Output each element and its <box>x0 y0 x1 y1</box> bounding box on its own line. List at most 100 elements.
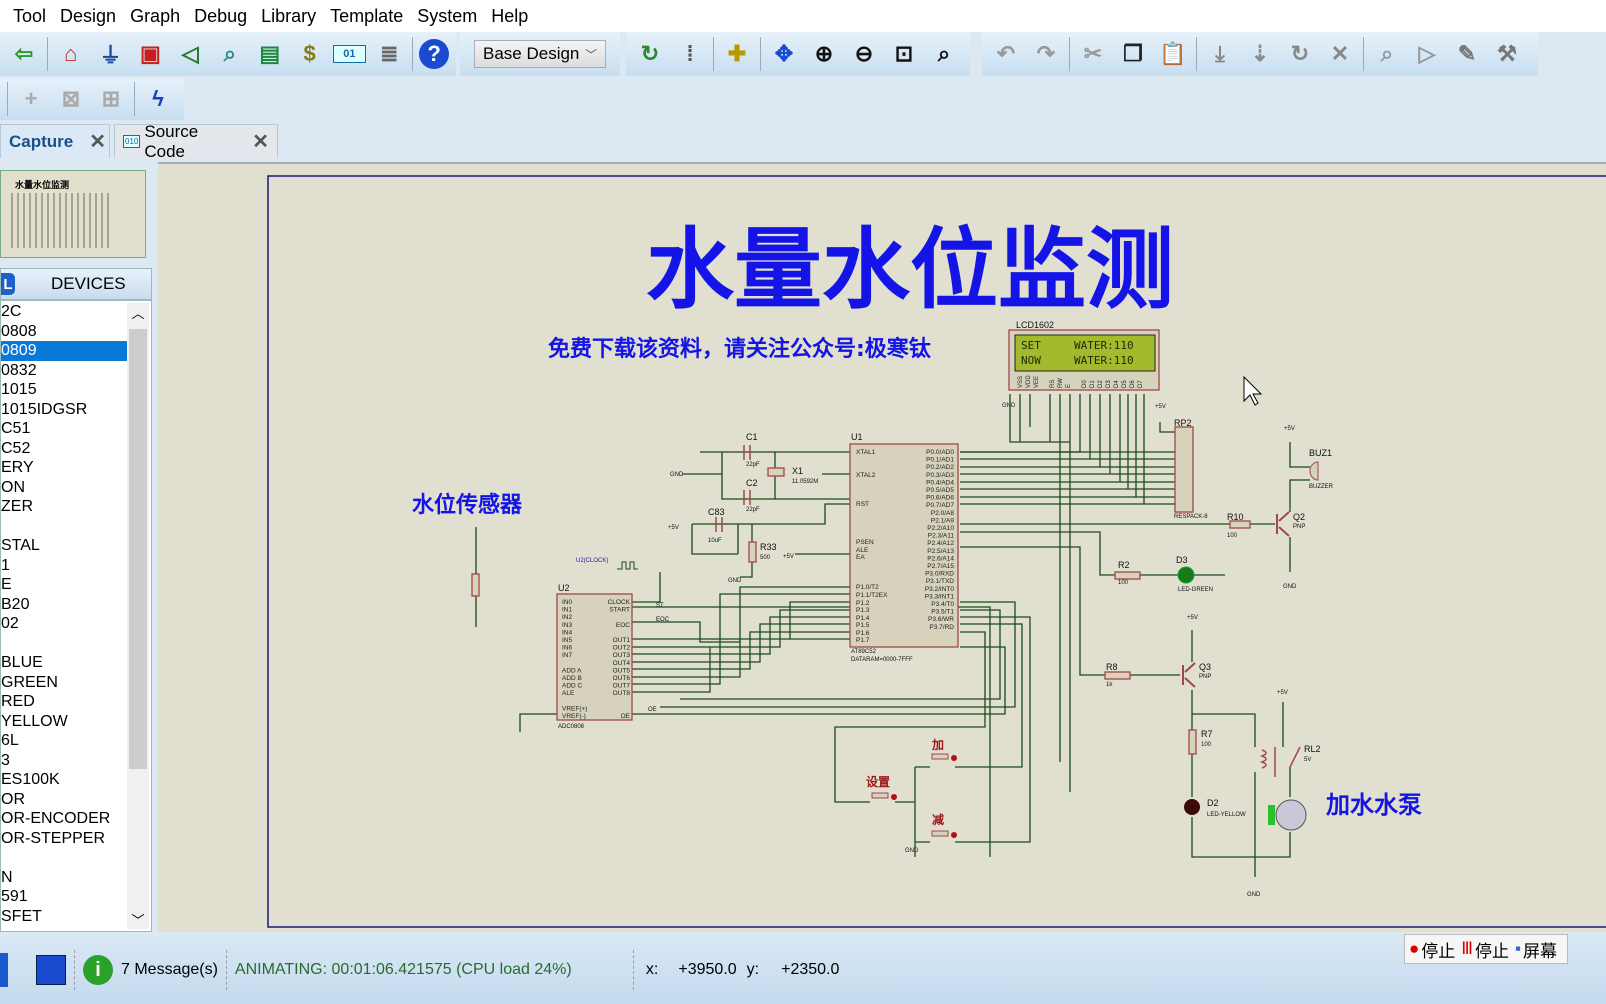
pin-label: RS <box>1050 380 1056 388</box>
tab-source-code[interactable]: 010 Source Code ✕ <box>114 122 278 161</box>
device-list-item[interactable]: 1015 <box>1 380 127 400</box>
design-select[interactable]: Base Design ﹀ <box>474 40 606 68</box>
menu-tool[interactable]: Tool <box>13 6 46 27</box>
close-icon[interactable]: ✕ <box>89 129 106 154</box>
screen-button[interactable]: 屏幕 <box>1523 937 1557 962</box>
device-list-item[interactable]: STAL <box>1 536 127 556</box>
refresh-icon[interactable]: ↻ <box>633 37 667 71</box>
cut-icon[interactable]: ✂ <box>1076 37 1110 71</box>
rp2-respack <box>1174 426 1194 513</box>
device-list-item[interactable]: C52 <box>1 439 127 459</box>
close-icon[interactable]: ✕ <box>252 129 269 154</box>
device-list-item[interactable]: 6L <box>1 731 127 751</box>
device-list-item[interactable]: 591 <box>1 887 127 907</box>
device-list-item[interactable] <box>1 634 127 654</box>
menu-system[interactable]: System <box>417 6 477 27</box>
exit-icon[interactable]: ⇦ <box>7 37 41 71</box>
tab-capture[interactable]: Capture ✕ <box>0 124 110 158</box>
schematic-drawing[interactable]: 水量水位监测 免费下载该资料，请关注公众号:极寒钛 水位传感器 加水水泵 XTA… <box>158 164 1606 934</box>
decompose-icon[interactable]: ✎ <box>1450 37 1484 71</box>
scroll-up-icon[interactable]: ︿ <box>127 303 149 322</box>
messages-count[interactable]: 7 Message(s) <box>121 961 218 979</box>
schematic-icon[interactable]: ◁ <box>173 37 207 71</box>
overview-window[interactable]: 水量水位监测 <box>0 170 146 258</box>
device-list-item[interactable]: C51 <box>1 419 127 439</box>
menu-graph[interactable]: Graph <box>130 6 180 27</box>
device-list-item[interactable]: ERY <box>1 458 127 478</box>
delete-sheet-icon[interactable]: ⊠ <box>54 82 88 116</box>
stop-button-2[interactable]: 停止 <box>1475 937 1509 962</box>
netlist-icon[interactable]: ϟ <box>141 82 175 116</box>
device-list-item[interactable]: YELLOW <box>1 712 127 732</box>
pan-icon[interactable]: ✥ <box>767 37 801 71</box>
hierarchy-icon[interactable]: ⊞ <box>94 82 128 116</box>
pick-device-icon[interactable]: ⌕ <box>1370 37 1404 71</box>
chip-icon[interactable]: ▣ <box>133 37 167 71</box>
source-code-icon[interactable]: 01 <box>332 45 367 63</box>
device-list-item[interactable] <box>1 848 127 868</box>
scrollbar-thumb[interactable] <box>129 329 147 769</box>
device-list-item[interactable] <box>1 517 127 537</box>
menu-template[interactable]: Template <box>330 6 403 27</box>
menu-library[interactable]: Library <box>261 6 316 27</box>
schematic-canvas[interactable]: 水量水位监测 免费下载该资料，请关注公众号:极寒钛 水位传感器 加水水泵 XTA… <box>158 162 1606 932</box>
device-list-item[interactable]: E <box>1 575 127 595</box>
undo-icon[interactable]: ↶ <box>989 37 1023 71</box>
document-icon[interactable]: ≣ <box>372 37 406 71</box>
play-button-icon[interactable] <box>0 953 8 987</box>
device-list-item[interactable]: 0832 <box>1 361 127 381</box>
tools-icon[interactable]: ⚒ <box>1490 37 1524 71</box>
zoom-in-icon[interactable]: ⊕ <box>807 37 841 71</box>
block-delete-icon[interactable]: ✕ <box>1323 37 1357 71</box>
device-list-item[interactable]: SFET <box>1 907 127 927</box>
device-list-item[interactable]: OR <box>1 790 127 810</box>
device-list-scrollbar[interactable]: ︿ ﹀ <box>127 303 149 929</box>
device-list-item[interactable]: GREEN <box>1 673 127 693</box>
zoom-area-icon[interactable]: ⌕ <box>927 37 961 71</box>
menu-help[interactable]: Help <box>491 6 528 27</box>
device-list-item[interactable]: B20 <box>1 595 127 615</box>
zoom-fit-icon[interactable]: ⊡ <box>887 37 921 71</box>
block-move-icon[interactable]: ⇣ <box>1243 37 1277 71</box>
pin-label: VEE <box>1034 376 1040 388</box>
paste-icon[interactable]: 📋 <box>1156 37 1190 71</box>
device-list-item[interactable]: 02 <box>1 614 127 634</box>
block-rotate-icon[interactable]: ↻ <box>1283 37 1317 71</box>
pcb-icon[interactable]: ▤ <box>253 37 287 71</box>
zoom-out-icon[interactable]: ⊖ <box>847 37 881 71</box>
device-list-item[interactable]: OR-ENCODER <box>1 809 127 829</box>
device-list-item[interactable]: 0809 <box>1 341 127 361</box>
component-label: GND <box>1002 403 1016 409</box>
home-icon[interactable]: ⌂ <box>54 37 88 71</box>
origin-icon[interactable]: ✚ <box>720 37 754 71</box>
device-list-item[interactable]: ON <box>1 478 127 498</box>
device-list-item[interactable]: OR-STEPPER <box>1 829 127 849</box>
copy-icon[interactable]: ❐ <box>1116 37 1150 71</box>
device-list-item[interactable]: 1 <box>1 556 127 576</box>
make-device-icon[interactable]: ▷ <box>1410 37 1444 71</box>
block-copy-icon[interactable]: ⤓ <box>1203 37 1237 71</box>
component-mode-icon[interactable]: ⏚ <box>94 37 128 71</box>
scroll-down-icon[interactable]: ﹀ <box>127 910 149 929</box>
help-icon[interactable]: ? <box>419 39 449 69</box>
grid-icon[interactable]: ⁞ <box>673 37 707 71</box>
device-list-item[interactable]: RED <box>1 692 127 712</box>
new-sheet-icon[interactable]: + <box>14 82 48 116</box>
stop-button-icon[interactable] <box>36 955 66 985</box>
device-list-item[interactable]: 2C <box>1 302 127 322</box>
menu-debug[interactable]: Debug <box>194 6 247 27</box>
stop-button-1[interactable]: 停止 <box>1421 937 1455 962</box>
bom-icon[interactable]: $ <box>293 37 327 71</box>
device-list-item[interactable]: 0808 <box>1 322 127 342</box>
browse-icon[interactable]: ⌕ <box>213 37 247 71</box>
device-list-item[interactable]: 1015IDGSR <box>1 400 127 420</box>
device-list-item[interactable]: BLUE <box>1 653 127 673</box>
device-list-item[interactable]: 3 <box>1 751 127 771</box>
info-icon[interactable]: i <box>83 955 113 985</box>
library-badge[interactable]: L <box>1 273 15 295</box>
device-list-item[interactable]: ZER <box>1 497 127 517</box>
device-list-item[interactable]: N <box>1 868 127 888</box>
device-list-item[interactable]: ES100K <box>1 770 127 790</box>
redo-icon[interactable]: ↷ <box>1029 37 1063 71</box>
menu-design[interactable]: Design <box>60 6 116 27</box>
